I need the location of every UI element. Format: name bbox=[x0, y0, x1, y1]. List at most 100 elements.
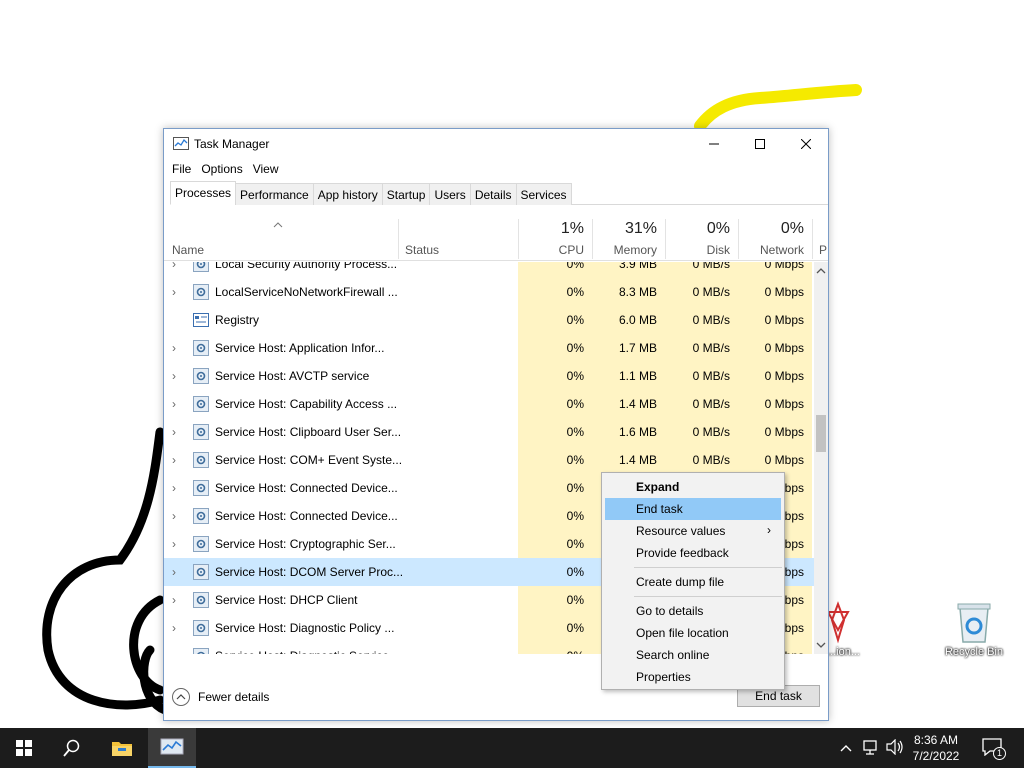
column-power[interactable]: P bbox=[812, 215, 828, 261]
title-bar[interactable]: Task Manager bbox=[164, 129, 828, 159]
process-net-cell: 0 Mbps bbox=[738, 278, 812, 306]
process-name: Service Host: DCOM Server Proc... bbox=[215, 565, 404, 579]
minimize-icon bbox=[709, 143, 719, 145]
context-menu-provide-feedback[interactable]: Provide feedback bbox=[605, 542, 781, 564]
yellow-scribble bbox=[694, 84, 862, 132]
vertical-scroll-thumb[interactable] bbox=[816, 415, 826, 452]
process-row[interactable]: › Service Host: Application Infor... 0% 1.7… bbox=[164, 334, 814, 362]
tab-details[interactable]: Details bbox=[469, 183, 517, 205]
taskbar-file-explorer[interactable] bbox=[98, 728, 146, 768]
expand-chevron-icon[interactable]: › bbox=[172, 453, 182, 467]
scroll-up-icon[interactable] bbox=[814, 265, 828, 277]
tab-services[interactable]: Services bbox=[515, 183, 572, 205]
process-row[interactable]: Registry 0% 6.0 MB 0 MB/s 0 Mbps bbox=[164, 306, 814, 334]
service-gear-icon bbox=[193, 452, 209, 468]
expand-chevron-icon[interactable]: › bbox=[172, 285, 182, 299]
process-cpu-cell: 0% bbox=[518, 262, 592, 278]
process-row[interactable]: › Service Host: Clipboard User Ser... 0% 1.… bbox=[164, 418, 814, 446]
network-label: Network bbox=[759, 243, 804, 257]
process-name: Service Host: Capability Access ... bbox=[215, 397, 398, 411]
column-network[interactable]: 0% Network bbox=[738, 215, 812, 261]
service-gear-icon bbox=[193, 648, 209, 654]
network-tray-button[interactable] bbox=[862, 739, 880, 758]
sort-ascending-icon bbox=[273, 222, 283, 228]
expand-chevron-icon[interactable]: › bbox=[172, 341, 182, 355]
column-status[interactable]: Status bbox=[398, 215, 518, 261]
column-cpu[interactable]: 1% CPU bbox=[518, 215, 592, 261]
process-row[interactable]: › Service Host: AVCTP service 0% 1.1 MB 0 MB… bbox=[164, 362, 814, 390]
minimize-button[interactable] bbox=[691, 129, 737, 159]
expand-chevron-icon[interactable]: › bbox=[172, 565, 182, 579]
menu-options[interactable]: Options bbox=[201, 159, 248, 181]
expand-chevron-icon[interactable]: › bbox=[172, 537, 182, 551]
expand-chevron-icon[interactable]: › bbox=[172, 593, 182, 607]
menu-file[interactable]: File bbox=[172, 159, 197, 181]
scroll-down-icon[interactable] bbox=[814, 639, 828, 651]
process-name: Service Host: Application Infor... bbox=[215, 341, 385, 355]
column-divider bbox=[738, 219, 739, 259]
task-manager-icon bbox=[173, 137, 189, 151]
expand-chevron-icon[interactable]: › bbox=[172, 262, 182, 271]
memory-label: Memory bbox=[613, 243, 657, 257]
context-menu-create-dump-file[interactable]: Create dump file bbox=[605, 571, 781, 593]
expand-chevron-icon[interactable]: › bbox=[172, 509, 182, 523]
expand-chevron-icon[interactable]: › bbox=[172, 397, 182, 411]
process-row[interactable]: › LocalServiceNoNetworkFirewall ... 0% 8.3 … bbox=[164, 278, 814, 306]
column-name[interactable]: Name bbox=[164, 215, 398, 261]
tab-processes[interactable]: Processes bbox=[170, 181, 237, 205]
expand-chevron-icon[interactable]: › bbox=[172, 649, 182, 654]
tab-performance[interactable]: Performance bbox=[235, 183, 314, 205]
process-cpu-cell: 0% bbox=[518, 446, 592, 474]
column-memory[interactable]: 31% Memory bbox=[592, 215, 665, 261]
volume-tray-button[interactable] bbox=[886, 738, 904, 758]
tab-app-history[interactable]: App history bbox=[312, 183, 383, 205]
maximize-icon bbox=[755, 139, 765, 149]
show-hidden-icons-button[interactable] bbox=[840, 740, 852, 755]
task-manager-icon bbox=[160, 738, 184, 755]
process-row[interactable]: › Service Host: COM+ Event Syste... 0% 1.4 … bbox=[164, 446, 814, 474]
column-divider bbox=[812, 219, 813, 259]
tab-users[interactable]: Users bbox=[429, 183, 471, 205]
column-divider bbox=[518, 219, 519, 259]
process-net-cell: 0 Mbps bbox=[738, 306, 812, 334]
close-icon bbox=[801, 139, 811, 149]
desktop-icon-recycle-bin[interactable]: Recycle Bin bbox=[936, 600, 1012, 658]
context-menu-search-online[interactable]: Search online bbox=[605, 644, 781, 666]
expand-chevron-icon[interactable]: › bbox=[172, 481, 182, 495]
taskbar-clock[interactable]: 8:36 AM 7/2/2022 bbox=[904, 732, 968, 764]
start-button[interactable] bbox=[0, 728, 48, 768]
column-status-label: Status bbox=[405, 243, 440, 257]
expand-chevron-icon[interactable]: › bbox=[172, 621, 182, 635]
fewer-details-button[interactable]: Fewer details bbox=[172, 688, 269, 706]
process-name: Service Host: Cryptographic Ser... bbox=[215, 537, 396, 551]
context-menu-open-file-location[interactable]: Open file location bbox=[605, 622, 781, 644]
process-cpu-cell: 0% bbox=[518, 306, 592, 334]
column-disk[interactable]: 0% Disk bbox=[665, 215, 738, 261]
power-label: P bbox=[819, 243, 828, 257]
process-net-cell: 0 Mbps bbox=[738, 390, 812, 418]
vertical-scrollbar[interactable] bbox=[814, 262, 828, 654]
context-menu-expand[interactable]: Expand bbox=[605, 476, 781, 498]
expand-chevron-icon[interactable]: › bbox=[172, 425, 182, 439]
action-center-button[interactable]: 1 bbox=[982, 738, 1006, 760]
process-disk-cell: 0 MB/s bbox=[665, 306, 738, 334]
process-net-cell: 0 Mbps bbox=[738, 334, 812, 362]
expand-chevron-icon[interactable]: › bbox=[172, 369, 182, 383]
process-row[interactable]: › Service Host: Capability Access ... 0% 1.… bbox=[164, 390, 814, 418]
context-menu-end-task[interactable]: End task bbox=[605, 498, 781, 520]
close-button[interactable] bbox=[783, 129, 829, 159]
clock-date: 7/2/2022 bbox=[912, 749, 960, 763]
tab-startup[interactable]: Startup bbox=[381, 183, 431, 205]
context-menu-resource-values[interactable]: Resource values › bbox=[605, 520, 781, 542]
menu-view[interactable]: View bbox=[253, 159, 285, 181]
taskbar-task-manager[interactable] bbox=[148, 728, 196, 768]
column-divider bbox=[665, 219, 666, 259]
process-row[interactable]: › Local Security Authority Process... 0% 3.… bbox=[164, 262, 814, 278]
context-menu-go-to-details[interactable]: Go to details bbox=[605, 600, 781, 622]
search-button[interactable] bbox=[48, 728, 96, 768]
context-menu-properties[interactable]: Properties bbox=[605, 666, 781, 688]
registry-icon bbox=[193, 313, 209, 327]
process-mem-cell: 1.4 MB bbox=[592, 390, 665, 418]
disk-total: 0% bbox=[706, 220, 730, 237]
maximize-button[interactable] bbox=[737, 129, 783, 159]
